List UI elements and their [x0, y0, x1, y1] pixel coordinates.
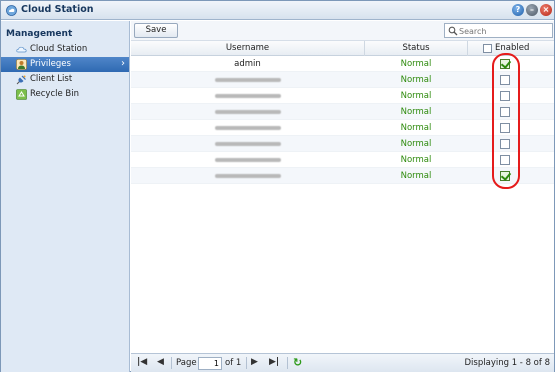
sidebar-item-client-list[interactable]: Client List: [1, 72, 129, 87]
page-count: of 1: [225, 358, 242, 368]
previous-page-button[interactable]: ◀: [157, 357, 164, 367]
pager-divider: [246, 357, 247, 369]
table-row[interactable]: Normal: [131, 104, 554, 120]
status-cell: Normal: [400, 139, 432, 149]
cloud-station-icon: [6, 5, 17, 16]
column-header-status[interactable]: Status: [365, 43, 467, 53]
pager-divider: [171, 357, 172, 369]
table-row[interactable]: Normal: [131, 136, 554, 152]
chevron-right-icon: ›: [121, 58, 125, 69]
title-bar: Cloud Station ? – ×: [1, 1, 554, 20]
table-row[interactable]: Normal: [131, 88, 554, 104]
user-icon: [16, 59, 27, 70]
sidebar-item-label: Cloud Station: [30, 44, 88, 54]
sidebar: Management Cloud Station Privileges › Cl…: [1, 21, 130, 372]
redacted-username: [215, 78, 281, 82]
privileges-grid: Username Status Enabled admin Normal Nor…: [131, 40, 554, 352]
sidebar-item-label: Client List: [30, 74, 73, 84]
table-row[interactable]: Normal: [131, 168, 554, 184]
save-button[interactable]: Save: [134, 23, 178, 38]
page-number-input[interactable]: [198, 357, 222, 370]
column-header-enabled[interactable]: Enabled: [495, 43, 529, 53]
redacted-username: [215, 94, 281, 98]
search-icon: [448, 26, 458, 36]
displaying-count: Displaying 1 - 8 of 8: [464, 358, 550, 368]
redacted-username: [215, 142, 281, 146]
grid-header: Username Status Enabled: [131, 40, 554, 56]
page-label: Page: [176, 358, 197, 368]
last-page-button[interactable]: ▶|: [269, 357, 279, 367]
window-title: Cloud Station: [21, 4, 94, 15]
status-cell: Normal: [400, 59, 432, 69]
main-panel: Save Username Status Enabled admin No: [131, 21, 554, 352]
sidebar-item-recycle-bin[interactable]: Recycle Bin: [1, 87, 129, 102]
next-page-button[interactable]: ▶: [251, 357, 258, 367]
table-row[interactable]: Normal: [131, 120, 554, 136]
column-divider: [467, 41, 468, 56]
status-cell: Normal: [400, 123, 432, 133]
annotation-highlight: [492, 53, 520, 189]
refresh-icon[interactable]: ↻: [293, 356, 302, 369]
username-cell: admin: [234, 59, 261, 69]
cloud-station-window: Cloud Station ? – × Management Cloud Sta…: [0, 0, 555, 372]
search-box[interactable]: [444, 23, 553, 38]
column-header-username[interactable]: Username: [131, 43, 364, 53]
status-cell: Normal: [400, 155, 432, 165]
sidebar-heading: Management: [6, 29, 73, 39]
cloud-icon: [16, 46, 27, 53]
help-button[interactable]: ?: [512, 4, 524, 16]
sidebar-item-privileges[interactable]: Privileges ›: [1, 57, 129, 72]
search-input[interactable]: [459, 25, 551, 37]
recycle-bin-icon: [16, 89, 27, 100]
redacted-username: [215, 110, 281, 114]
pager-divider: [287, 357, 288, 369]
table-row[interactable]: Normal: [131, 152, 554, 168]
toolbar: Save: [131, 21, 554, 40]
pagination-bar: |◀ ◀ Page of 1 ▶ ▶| ↻ Displaying 1 - 8 o…: [131, 353, 554, 372]
sidebar-item-label: Privileges: [30, 59, 71, 69]
redacted-username: [215, 158, 281, 162]
table-row[interactable]: Normal: [131, 72, 554, 88]
status-cell: Normal: [400, 107, 432, 117]
table-row[interactable]: admin Normal: [131, 56, 554, 72]
redacted-username: [215, 174, 281, 178]
status-cell: Normal: [400, 91, 432, 101]
redacted-username: [215, 126, 281, 130]
close-button[interactable]: ×: [540, 4, 552, 16]
status-cell: Normal: [400, 171, 432, 181]
select-all-checkbox[interactable]: [483, 44, 492, 53]
status-cell: Normal: [400, 75, 432, 85]
first-page-button[interactable]: |◀: [137, 357, 147, 367]
satellite-icon: [16, 75, 26, 85]
minimize-button[interactable]: –: [526, 4, 538, 16]
sidebar-item-cloud-station[interactable]: Cloud Station: [1, 42, 129, 57]
sidebar-item-label: Recycle Bin: [30, 89, 80, 99]
